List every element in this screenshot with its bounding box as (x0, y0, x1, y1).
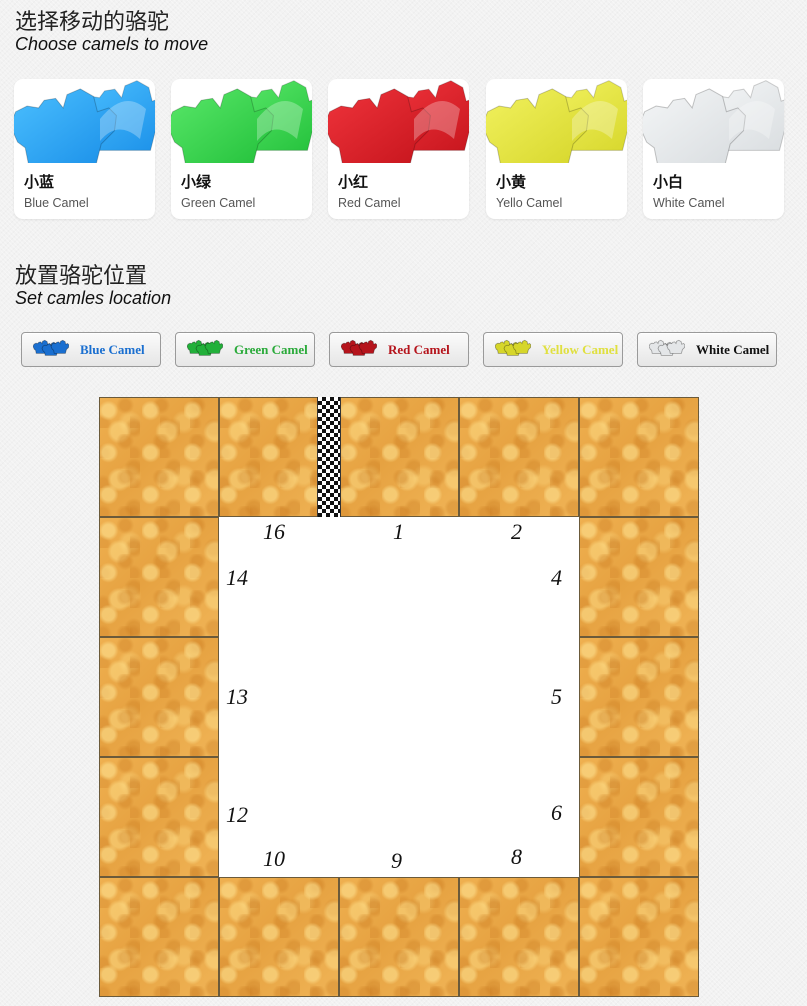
board-tile[interactable] (579, 517, 699, 637)
green-camel-artwork (171, 80, 312, 163)
position-number: 6 (551, 800, 562, 825)
camel-card-list: 小蓝 Blue Camel 小绿 Green Camel 小红 Red Came… (14, 79, 786, 219)
place-button-label: Green Camel (234, 342, 308, 357)
white-camel-stack-icon (648, 338, 686, 365)
place-button-label: Blue Camel (80, 342, 145, 357)
choose-section-header: 选择移动的骆驼 Choose camels to move (15, 9, 209, 55)
position-number: 14 (226, 565, 248, 590)
position-number: 13 (226, 684, 248, 709)
choose-title-en: Choose camels to move (15, 34, 209, 54)
position-number: 2 (511, 519, 522, 544)
position-number: 9 (391, 848, 402, 873)
camel-card-name-en: Green Camel (181, 196, 256, 210)
blue-camel-stack-icon (32, 338, 70, 365)
location-title-en: Set camles location (15, 288, 172, 308)
camel-card-name-cn: 小红 (338, 174, 369, 191)
board-tile[interactable] (339, 397, 459, 517)
yellow-camel-artwork (486, 80, 627, 163)
place-red-camel-button[interactable]: Red Camel (329, 332, 469, 367)
green-camel-stack-icon (186, 338, 224, 365)
red-camel-stack-icon (340, 338, 378, 365)
camel-card-name-en: Yello Camel (496, 196, 563, 210)
green-camel-icon (171, 79, 312, 163)
place-yellow-camel-button[interactable]: Yellow Camel (483, 332, 623, 367)
camel-card-name-cn: 小绿 (181, 174, 212, 191)
place-button-label: Red Camel (388, 342, 450, 357)
mini-camel-stack (32, 339, 70, 356)
position-number: 16 (263, 519, 285, 544)
white-camel-artwork (643, 80, 784, 163)
board-tile[interactable] (99, 517, 219, 637)
mini-camel-stack (340, 339, 378, 356)
blue-camel-artwork (14, 80, 155, 163)
board-tile[interactable] (99, 877, 219, 997)
red-camel-icon (328, 79, 469, 163)
choose-title-cn: 选择移动的骆驼 (15, 9, 170, 34)
yellow-camel-stack-icon (494, 338, 532, 365)
board-tile[interactable] (579, 637, 699, 757)
location-section-header: 放置骆驼位置 Set camles location (15, 263, 172, 309)
board-tile[interactable] (459, 877, 579, 997)
camel-card-name-en: Red Camel (338, 196, 401, 210)
camel-card-name-cn: 小白 (653, 174, 684, 191)
board-tile[interactable] (219, 877, 339, 997)
board-tile[interactable] (99, 397, 219, 517)
camel-card-name-cn: 小黄 (496, 174, 527, 191)
board-tile[interactable] (459, 397, 579, 517)
place-white-camel-button[interactable]: White Camel (637, 332, 777, 367)
camel-card-name-en: White Camel (653, 196, 725, 210)
camel-card-yellow[interactable]: 小黄 Yello Camel (486, 79, 627, 219)
camel-card-green[interactable]: 小绿 Green Camel (171, 79, 312, 219)
board-tile[interactable] (579, 877, 699, 997)
mini-camel-stack (648, 339, 686, 356)
board-center: 16 1 2 14 4 13 5 12 6 10 9 8 (219, 517, 579, 877)
position-number: 10 (263, 846, 285, 871)
place-button-label: White Camel (696, 342, 770, 357)
camel-card-blue[interactable]: 小蓝 Blue Camel (14, 79, 155, 219)
white-camel-icon (643, 79, 784, 163)
position-number: 5 (551, 684, 562, 709)
finish-line-flag (317, 397, 341, 517)
blue-camel-icon (14, 79, 155, 163)
board-tile[interactable] (579, 757, 699, 877)
camel-card-white[interactable]: 小白 White Camel (643, 79, 784, 219)
camel-card-red[interactable]: 小红 Red Camel (328, 79, 469, 219)
position-number: 8 (511, 844, 522, 869)
camel-card-name-en: Blue Camel (24, 196, 89, 210)
place-button-label: Yellow Camel (542, 342, 619, 357)
position-number: 4 (551, 565, 562, 590)
camel-card-name-cn: 小蓝 (24, 174, 55, 191)
board-tile[interactable] (99, 637, 219, 757)
board-tile[interactable] (339, 877, 459, 997)
location-title-cn: 放置骆驼位置 (15, 263, 148, 288)
board-tile[interactable] (579, 397, 699, 517)
race-board: 16 1 2 14 4 13 5 12 6 10 9 8 (99, 397, 699, 997)
position-number: 12 (226, 802, 248, 827)
red-camel-artwork (328, 80, 469, 163)
place-blue-camel-button[interactable]: Blue Camel (21, 332, 161, 367)
position-number: 1 (393, 519, 404, 544)
yellow-camel-icon (486, 79, 627, 163)
mini-camel-stack (186, 339, 224, 356)
mini-camel-stack (494, 339, 532, 356)
board-tile[interactable] (99, 757, 219, 877)
place-green-camel-button[interactable]: Green Camel (175, 332, 315, 367)
